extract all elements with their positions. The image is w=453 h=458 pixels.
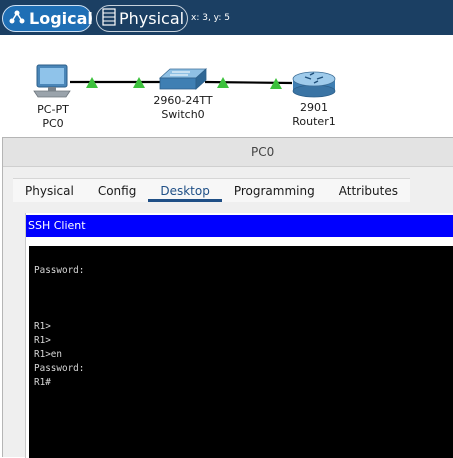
terminal-line: Password: (34, 363, 85, 374)
device-label-pc0: PC-PT PC0 (28, 103, 78, 131)
cursor-coordinates: x: 3, y: 5 (191, 13, 230, 23)
logical-topology-icon (8, 9, 26, 29)
router-icon[interactable] (292, 71, 336, 98)
tab-physical[interactable]: Physical (13, 178, 86, 202)
tab-attributes[interactable]: Attributes (326, 178, 410, 202)
device-model: 2960-24TT (153, 94, 213, 107)
terminal-line: R1> (34, 321, 51, 332)
device-model: PC-PT (37, 103, 69, 116)
device-label-switch0: 2960-24TT Switch0 (148, 94, 218, 122)
terminal-line: R1>en (34, 349, 62, 360)
device-model: 2901 (300, 101, 328, 114)
physical-view-label: Physical (119, 9, 185, 28)
logical-view-button[interactable]: Logical (2, 5, 93, 32)
terminal-line: Password: (34, 265, 85, 276)
link-switch-router[interactable] (204, 80, 293, 85)
window-title[interactable]: PC0 (3, 138, 453, 167)
device-name: PC0 (42, 117, 64, 130)
pc-icon[interactable] (33, 64, 71, 98)
device-tabs: Physical Config Desktop Programming Attr… (13, 178, 410, 202)
tab-programming[interactable]: Programming (221, 178, 327, 202)
tab-config[interactable]: Config (85, 178, 149, 202)
device-window: PC0 Physical Config Desktop Programming … (2, 137, 453, 458)
desktop-content: SSH Client Password: R1> R1> R1>en Passw… (25, 213, 453, 458)
topology-canvas[interactable]: PC-PT PC0 2960-24TT Switch0 2901 Router1 (0, 35, 453, 140)
device-label-router1: 2901 Router1 (288, 101, 340, 129)
tab-desktop[interactable]: Desktop (148, 178, 222, 202)
device-name: Router1 (292, 115, 336, 128)
switch-icon[interactable] (158, 68, 208, 90)
terminal-line: R1> (34, 335, 51, 346)
logical-view-label: Logical (29, 9, 93, 28)
physical-view-button[interactable]: Physical (96, 5, 188, 32)
ssh-terminal[interactable]: Password: R1> R1> R1>en Password: R1# (29, 246, 453, 458)
view-mode-bar: Logical Physical x: 3, y: 5 (0, 0, 453, 35)
terminal-line: R1# (34, 377, 51, 388)
rack-icon (102, 7, 116, 30)
ssh-client-title-bar: SSH Client (26, 215, 453, 237)
device-name: Switch0 (161, 108, 205, 121)
